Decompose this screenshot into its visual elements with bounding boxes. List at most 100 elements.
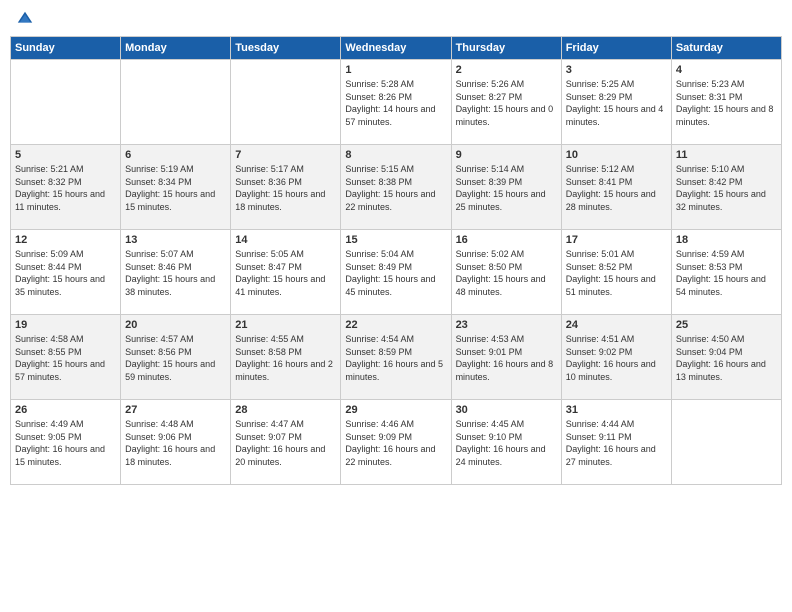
calendar-cell: 1 Sunrise: 5:28 AMSunset: 8:26 PMDaylight…	[341, 60, 451, 145]
calendar-cell: 24 Sunrise: 4:51 AMSunset: 9:02 PMDayligh…	[561, 315, 671, 400]
calendar-cell: 30Sunrise: 4:45 AMSunset: 9:10 PMDayligh…	[451, 400, 561, 485]
calendar-cell: 5 Sunrise: 5:21 AMSunset: 8:32 PMDaylight…	[11, 145, 121, 230]
calendar-cell	[231, 60, 341, 145]
calendar-cell: 19 Sunrise: 4:58 AMSunset: 8:55 PMDayligh…	[11, 315, 121, 400]
calendar-cell: 11 Sunrise: 5:10 AMSunset: 8:42 PMDayligh…	[671, 145, 781, 230]
day-number: 20	[125, 319, 226, 331]
week-row-4: 19 Sunrise: 4:58 AMSunset: 8:55 PMDayligh…	[11, 315, 782, 400]
day-number: 29	[345, 404, 446, 416]
calendar-cell: 14 Sunrise: 5:05 AMSunset: 8:47 PMDayligh…	[231, 230, 341, 315]
day-number: 7	[235, 149, 336, 161]
cell-info: Sunrise: 5:12 AMSunset: 8:41 PMDaylight:…	[566, 164, 656, 212]
cell-info: Sunrise: 4:48 AMSunset: 9:06 PMDaylight:…	[125, 419, 215, 467]
day-number: 14	[235, 234, 336, 246]
calendar-cell	[11, 60, 121, 145]
day-number: 19	[15, 319, 116, 331]
day-number: 5	[15, 149, 116, 161]
day-number: 22	[345, 319, 446, 331]
calendar-cell: 27 Sunrise: 4:48 AMSunset: 9:06 PMDayligh…	[121, 400, 231, 485]
header-cell-monday: Monday	[121, 37, 231, 60]
cell-info: Sunrise: 4:50 AMSunset: 9:04 PMDaylight:…	[676, 334, 766, 382]
day-number: 11	[676, 149, 777, 161]
day-number: 8	[345, 149, 446, 161]
calendar-cell: 29 Sunrise: 4:46 AMSunset: 9:09 PMDayligh…	[341, 400, 451, 485]
day-number: 31	[566, 404, 667, 416]
cell-info: Sunrise: 5:28 AMSunset: 8:26 PMDaylight:…	[345, 79, 435, 127]
week-row-5: 26 Sunrise: 4:49 AMSunset: 9:05 PMDayligh…	[11, 400, 782, 485]
header-cell-wednesday: Wednesday	[341, 37, 451, 60]
calendar-cell: 25 Sunrise: 4:50 AMSunset: 9:04 PMDayligh…	[671, 315, 781, 400]
day-number: 25	[676, 319, 777, 331]
day-number: 27	[125, 404, 226, 416]
header-cell-thursday: Thursday	[451, 37, 561, 60]
calendar-cell	[671, 400, 781, 485]
calendar-cell: 28Sunrise: 4:47 AMSunset: 9:07 PMDayligh…	[231, 400, 341, 485]
calendar-cell: 3 Sunrise: 5:25 AMSunset: 8:29 PMDaylight…	[561, 60, 671, 145]
calendar-cell: 8 Sunrise: 5:15 AMSunset: 8:38 PMDaylight…	[341, 145, 451, 230]
calendar-cell: 23 Sunrise: 4:53 AMSunset: 9:01 PMDayligh…	[451, 315, 561, 400]
cell-info: Sunrise: 5:15 AMSunset: 8:38 PMDaylight:…	[345, 164, 435, 212]
cell-info: Sunrise: 5:21 AMSunset: 8:32 PMDaylight:…	[15, 164, 105, 212]
day-number: 23	[456, 319, 557, 331]
cell-info: Sunrise: 5:25 AMSunset: 8:29 PMDaylight:…	[566, 79, 664, 127]
calendar-cell: 17 Sunrise: 5:01 AMSunset: 8:52 PMDayligh…	[561, 230, 671, 315]
logo	[14, 10, 34, 28]
cell-info: Sunrise: 4:49 AMSunset: 9:05 PMDaylight:…	[15, 419, 105, 467]
calendar-cell: 7Sunrise: 5:17 AMSunset: 8:36 PMDaylight…	[231, 145, 341, 230]
cell-info: Sunrise: 5:01 AMSunset: 8:52 PMDaylight:…	[566, 249, 656, 297]
cell-info: Sunrise: 4:59 AMSunset: 8:53 PMDaylight:…	[676, 249, 766, 297]
cell-info: Sunrise: 5:05 AMSunset: 8:47 PMDaylight:…	[235, 249, 325, 297]
cell-info: Sunrise: 4:53 AMSunset: 9:01 PMDaylight:…	[456, 334, 554, 382]
calendar-cell: 20 Sunrise: 4:57 AMSunset: 8:56 PMDayligh…	[121, 315, 231, 400]
cell-info: Sunrise: 4:54 AMSunset: 8:59 PMDaylight:…	[345, 334, 443, 382]
logo-icon	[16, 10, 34, 28]
calendar-cell: 31 Sunrise: 4:44 AMSunset: 9:11 PMDayligh…	[561, 400, 671, 485]
day-number: 2	[456, 64, 557, 76]
day-number: 18	[676, 234, 777, 246]
cell-info: Sunrise: 4:44 AMSunset: 9:11 PMDaylight:…	[566, 419, 656, 467]
cell-info: Sunrise: 5:26 AMSunset: 8:27 PMDaylight:…	[456, 79, 554, 127]
day-number: 9	[456, 149, 557, 161]
week-row-1: 1 Sunrise: 5:28 AMSunset: 8:26 PMDaylight…	[11, 60, 782, 145]
calendar-cell: 18 Sunrise: 4:59 AMSunset: 8:53 PMDayligh…	[671, 230, 781, 315]
cell-info: Sunrise: 5:10 AMSunset: 8:42 PMDaylight:…	[676, 164, 766, 212]
header-row: SundayMondayTuesdayWednesdayThursdayFrid…	[11, 37, 782, 60]
cell-info: Sunrise: 4:57 AMSunset: 8:56 PMDaylight:…	[125, 334, 215, 382]
cell-info: Sunrise: 5:07 AMSunset: 8:46 PMDaylight:…	[125, 249, 215, 297]
header-cell-tuesday: Tuesday	[231, 37, 341, 60]
cell-info: Sunrise: 5:04 AMSunset: 8:49 PMDaylight:…	[345, 249, 435, 297]
day-number: 17	[566, 234, 667, 246]
calendar-cell: 2 Sunrise: 5:26 AMSunset: 8:27 PMDaylight…	[451, 60, 561, 145]
day-number: 1	[345, 64, 446, 76]
page-header	[10, 10, 782, 28]
calendar-cell: 22 Sunrise: 4:54 AMSunset: 8:59 PMDayligh…	[341, 315, 451, 400]
cell-info: Sunrise: 5:23 AMSunset: 8:31 PMDaylight:…	[676, 79, 774, 127]
cell-info: Sunrise: 4:51 AMSunset: 9:02 PMDaylight:…	[566, 334, 656, 382]
calendar-cell	[121, 60, 231, 145]
cell-info: Sunrise: 4:58 AMSunset: 8:55 PMDaylight:…	[15, 334, 105, 382]
header-cell-friday: Friday	[561, 37, 671, 60]
day-number: 3	[566, 64, 667, 76]
week-row-2: 5 Sunrise: 5:21 AMSunset: 8:32 PMDaylight…	[11, 145, 782, 230]
header-cell-saturday: Saturday	[671, 37, 781, 60]
cell-info: Sunrise: 5:19 AMSunset: 8:34 PMDaylight:…	[125, 164, 215, 212]
calendar-cell: 15 Sunrise: 5:04 AMSunset: 8:49 PMDayligh…	[341, 230, 451, 315]
day-number: 16	[456, 234, 557, 246]
day-number: 15	[345, 234, 446, 246]
cell-info: Sunrise: 4:55 AMSunset: 8:58 PMDaylight:…	[235, 334, 333, 382]
header-cell-sunday: Sunday	[11, 37, 121, 60]
calendar-cell: 26 Sunrise: 4:49 AMSunset: 9:05 PMDayligh…	[11, 400, 121, 485]
cell-info: Sunrise: 4:46 AMSunset: 9:09 PMDaylight:…	[345, 419, 435, 467]
day-number: 4	[676, 64, 777, 76]
day-number: 24	[566, 319, 667, 331]
calendar-cell: 21Sunrise: 4:55 AMSunset: 8:58 PMDayligh…	[231, 315, 341, 400]
day-number: 30	[456, 404, 557, 416]
day-number: 12	[15, 234, 116, 246]
calendar-cell: 16Sunrise: 5:02 AMSunset: 8:50 PMDayligh…	[451, 230, 561, 315]
week-row-3: 12Sunrise: 5:09 AMSunset: 8:44 PMDayligh…	[11, 230, 782, 315]
calendar-table: SundayMondayTuesdayWednesdayThursdayFrid…	[10, 36, 782, 485]
calendar-cell: 9Sunrise: 5:14 AMSunset: 8:39 PMDaylight…	[451, 145, 561, 230]
cell-info: Sunrise: 4:47 AMSunset: 9:07 PMDaylight:…	[235, 419, 325, 467]
day-number: 26	[15, 404, 116, 416]
day-number: 6	[125, 149, 226, 161]
